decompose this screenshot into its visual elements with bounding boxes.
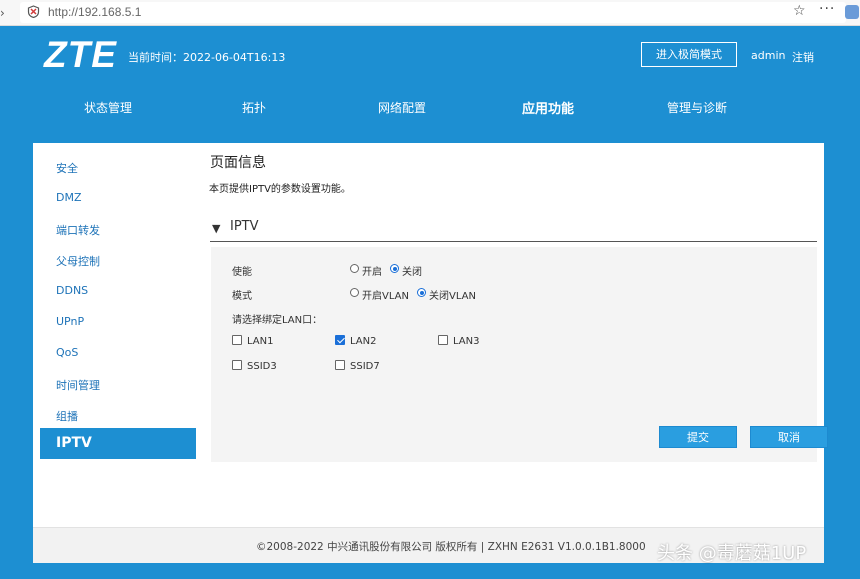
mode-label: 模式 (232, 291, 252, 302)
lan1-label[interactable]: LAN1 (247, 336, 273, 347)
nav-management-diagnostics[interactable]: 管理与诊断 (667, 99, 727, 116)
lan-select-label: 请选择绑定LAN口： (232, 315, 323, 326)
zte-logo: ZTE (44, 34, 117, 75)
vlan-off-radio[interactable] (417, 288, 426, 297)
star-icon[interactable]: ☆ (793, 3, 806, 19)
sidebar-item-ddns[interactable]: DDNS (56, 284, 88, 297)
lan1-checkbox[interactable] (232, 335, 242, 345)
nav-network-config[interactable]: 网络配置 (378, 99, 426, 116)
logout-link[interactable]: 注销 (792, 49, 814, 65)
ssid3-label[interactable]: SSID3 (247, 361, 277, 372)
lan2-label[interactable]: LAN2 (350, 336, 376, 347)
section-title: IPTV (230, 219, 259, 234)
sidebar-item-upnp[interactable]: UPnP (56, 315, 84, 328)
triangle-down-icon[interactable]: ▼ (212, 222, 220, 235)
enable-off-radio[interactable] (390, 264, 399, 273)
sidebar-item-qos[interactable]: QoS (56, 346, 78, 359)
sidebar-item-parental-control[interactable]: 父母控制 (56, 253, 100, 269)
cancel-button[interactable]: 取消 (750, 426, 828, 448)
enable-label: 使能 (232, 267, 252, 278)
sidebar-item-iptv[interactable]: IPTV (40, 428, 196, 459)
nav-applications[interactable]: 应用功能 (522, 98, 574, 117)
nav-status-management[interactable]: 状态管理 (84, 99, 132, 116)
browser-toolbar: › http://192.168.5.1 ☆ ··· (0, 0, 860, 26)
enable-on-radio[interactable] (350, 264, 359, 273)
vlan-on-radio[interactable] (350, 288, 359, 297)
ssid7-checkbox[interactable] (335, 360, 345, 370)
sidebar-item-port-forwarding[interactable]: 端口转发 (56, 222, 100, 238)
ssid7-label[interactable]: SSID7 (350, 361, 380, 372)
sidebar-item-security[interactable]: 安全 (56, 160, 78, 176)
vlan-on-label[interactable]: 开启VLAN (362, 287, 409, 302)
enable-off-label[interactable]: 关闭 (402, 263, 422, 278)
extension-icon[interactable] (845, 5, 859, 19)
more-options-icon[interactable]: ··· (819, 1, 835, 17)
username: admin (751, 49, 786, 62)
iptv-form: 使能 开启 关闭 模式 开启VLAN 关闭VLAN 请选择绑定LAN口： LAN… (211, 247, 828, 462)
sidebar-item-dmz[interactable]: DMZ (56, 191, 82, 204)
simple-mode-button[interactable]: 进入极简模式 (641, 42, 737, 67)
watermark: 头条 @毒蘑菇1UP (657, 543, 807, 564)
lan2-checkbox[interactable] (335, 335, 345, 345)
submit-button[interactable]: 提交 (659, 426, 737, 448)
main-panel: 安全 DMZ 端口转发 父母控制 DDNS UPnP QoS 时间管理 组播 I… (33, 143, 828, 563)
enable-on-label[interactable]: 开启 (362, 263, 382, 278)
chevron-right-icon[interactable]: › (0, 6, 5, 20)
vlan-off-label[interactable]: 关闭VLAN (429, 287, 476, 302)
sidebar-item-multicast[interactable]: 组播 (56, 408, 78, 424)
current-time: 当前时间：2022-06-04T16:13 (128, 51, 286, 64)
lan3-checkbox[interactable] (438, 335, 448, 345)
page-description: 本页提供IPTV的参数设置功能。 (209, 184, 351, 195)
sidebar-item-time-management[interactable]: 时间管理 (56, 377, 100, 393)
ssid3-checkbox[interactable] (232, 360, 242, 370)
nav-topology[interactable]: 拓扑 (242, 99, 266, 116)
iptv-section-header[interactable]: ▼ IPTV (210, 217, 817, 242)
address-bar-url[interactable]: http://192.168.5.1 (48, 5, 141, 19)
address-bar[interactable] (20, 2, 846, 23)
lan3-label[interactable]: LAN3 (453, 336, 479, 347)
not-secure-icon[interactable] (27, 5, 40, 18)
copyright-text: ©2008-2022 中兴通讯股份有限公司 版权所有 | ZXHN E2631 … (256, 541, 646, 553)
page-title: 页面信息 (210, 155, 266, 171)
